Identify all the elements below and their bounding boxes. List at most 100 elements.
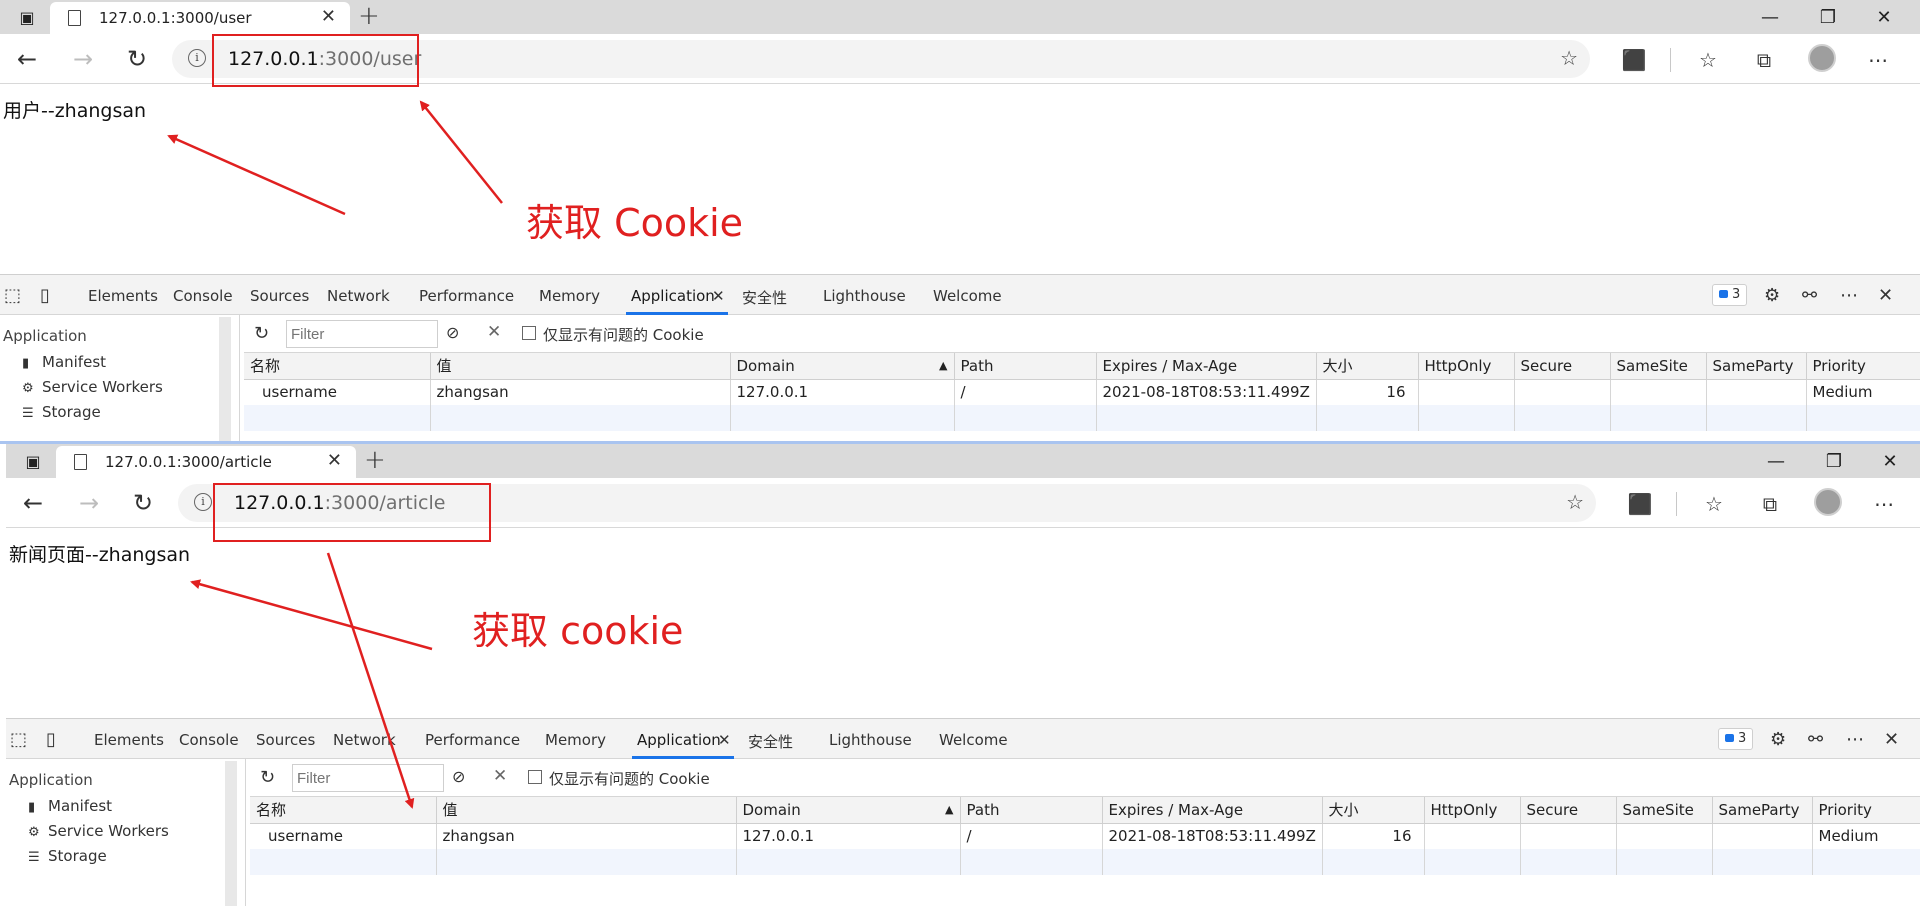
gear-icon[interactable]: ⚙ <box>1764 285 1780 306</box>
favorites-icon[interactable]: ☆ <box>1700 490 1728 518</box>
clear-filtered-icon[interactable]: ⊘ <box>446 323 459 342</box>
table-row[interactable]: username zhangsan 127.0.0.1 / 2021-08-18… <box>244 379 1920 405</box>
tab-elements[interactable]: Elements <box>88 287 158 305</box>
tab-memory[interactable]: Memory <box>545 731 606 749</box>
info-icon[interactable]: i <box>188 49 206 67</box>
favorites-icon[interactable]: ☆ <box>1694 46 1722 74</box>
column-header[interactable]: 值 <box>430 353 731 380</box>
issues-counter[interactable]: 3 <box>1718 728 1754 750</box>
tab-welcome[interactable]: Welcome <box>939 731 1008 749</box>
customize-icon[interactable]: ⚯ <box>1808 729 1823 750</box>
browser-tab[interactable]: 127.0.0.1:3000/article ✕ <box>56 446 356 478</box>
column-header[interactable]: SameSite <box>1616 797 1713 824</box>
column-header[interactable]: 名称 <box>250 797 437 824</box>
restore-button[interactable]: ❐ <box>1800 0 1856 34</box>
new-tab-button[interactable]: + <box>364 445 386 475</box>
close-tab-icon[interactable]: ✕ <box>712 287 725 305</box>
close-window-button[interactable]: ✕ <box>1856 0 1912 34</box>
tab-application[interactable]: Application <box>637 731 721 749</box>
restore-button[interactable]: ❐ <box>1806 444 1862 478</box>
column-header[interactable]: Path <box>960 797 1103 824</box>
collections-icon[interactable]: ⧉ <box>1750 46 1778 74</box>
column-header[interactable]: Priority <box>1806 353 1920 380</box>
back-arrow-icon[interactable]: ← <box>10 42 44 76</box>
inspect-element-icon[interactable]: ⬚ <box>4 285 21 306</box>
add-favorite-icon[interactable]: ☆ <box>1566 490 1584 514</box>
address-bar[interactable]: i 127.0.0.1:3000/article ☆ <box>178 484 1596 522</box>
tab-elements[interactable]: Elements <box>94 731 164 749</box>
clear-filtered-icon[interactable]: ⊘ <box>452 767 465 786</box>
tab-sources[interactable]: Sources <box>250 287 309 305</box>
sidebar-item-storage[interactable]: ☰ Storage <box>22 403 101 421</box>
tab-performance[interactable]: Performance <box>425 731 520 749</box>
close-tab-icon[interactable]: ✕ <box>327 450 342 471</box>
customize-icon[interactable]: ⚯ <box>1802 285 1817 306</box>
forward-arrow-icon[interactable]: → <box>66 42 100 76</box>
reload-icon[interactable]: ↻ <box>126 486 160 520</box>
column-header[interactable]: Priority <box>1812 797 1920 824</box>
gear-icon[interactable]: ⚙ <box>1770 729 1786 750</box>
tab-actions-icon[interactable]: ▣ <box>6 444 60 478</box>
tab-security[interactable]: 安全性 <box>742 287 787 308</box>
new-tab-button[interactable]: + <box>358 1 380 31</box>
column-header[interactable]: HttpOnly <box>1418 353 1515 380</box>
tab-memory[interactable]: Memory <box>539 287 600 305</box>
tab-console[interactable]: Console <box>173 287 233 305</box>
collections-icon[interactable]: ⧉ <box>1756 490 1784 518</box>
avatar[interactable] <box>1808 44 1836 72</box>
column-header[interactable]: Path <box>954 353 1097 380</box>
issues-counter[interactable]: 3 <box>1712 284 1748 306</box>
close-tab-icon[interactable]: ✕ <box>321 6 336 27</box>
column-header[interactable]: SameSite <box>1610 353 1707 380</box>
close-devtools-icon[interactable]: ✕ <box>1878 285 1893 306</box>
column-header[interactable]: SameParty <box>1706 353 1807 380</box>
extensions-icon[interactable]: ⬛ <box>1626 490 1654 518</box>
tab-actions-icon[interactable]: ▣ <box>0 0 54 34</box>
back-arrow-icon[interactable]: ← <box>16 486 50 520</box>
column-header[interactable]: Expires / Max-Age <box>1096 353 1317 380</box>
info-icon[interactable]: i <box>194 493 212 511</box>
sidebar-item-service-workers[interactable]: ⚙ Service Workers <box>28 822 169 840</box>
minimize-button[interactable]: — <box>1748 444 1804 478</box>
column-header[interactable]: Expires / Max-Age <box>1102 797 1323 824</box>
sidebar-item-service-workers[interactable]: ⚙ Service Workers <box>22 378 163 396</box>
more-icon[interactable]: ⋯ <box>1840 285 1858 306</box>
column-header-domain[interactable]: Domain ▲ <box>736 797 961 824</box>
more-icon[interactable]: ⋯ <box>1864 46 1892 74</box>
tab-network[interactable]: Network <box>327 287 390 305</box>
close-window-button[interactable]: ✕ <box>1862 444 1918 478</box>
sidebar-item-storage[interactable]: ☰ Storage <box>28 847 107 865</box>
filter-input[interactable] <box>292 764 444 792</box>
column-header[interactable]: 大小 <box>1316 353 1419 380</box>
tab-network[interactable]: Network <box>333 731 396 749</box>
tab-console[interactable]: Console <box>179 731 239 749</box>
filter-input[interactable] <box>286 320 438 348</box>
column-header[interactable]: 名称 <box>244 353 431 380</box>
tab-lighthouse[interactable]: Lighthouse <box>823 287 906 305</box>
add-favorite-icon[interactable]: ☆ <box>1560 46 1578 70</box>
sidebar-item-manifest[interactable]: ▮ Manifest <box>22 353 106 371</box>
column-header[interactable]: 值 <box>436 797 737 824</box>
forward-arrow-icon[interactable]: → <box>72 486 106 520</box>
sidebar-item-manifest[interactable]: ▮ Manifest <box>28 797 112 815</box>
device-toolbar-icon[interactable]: ▯ <box>40 285 50 306</box>
minimize-button[interactable]: — <box>1742 0 1798 34</box>
tab-application[interactable]: Application <box>631 287 715 305</box>
column-header[interactable]: HttpOnly <box>1424 797 1521 824</box>
address-bar[interactable]: i 127.0.0.1:3000/user ☆ <box>172 40 1590 78</box>
only-issues-checkbox[interactable] <box>522 326 536 340</box>
tab-performance[interactable]: Performance <box>419 287 514 305</box>
sidebar-scrollbar[interactable] <box>219 317 231 444</box>
close-devtools-icon[interactable]: ✕ <box>1884 729 1899 750</box>
reload-icon[interactable]: ↻ <box>120 42 154 76</box>
extensions-icon[interactable]: ⬛ <box>1620 46 1648 74</box>
browser-tab[interactable]: 127.0.0.1:3000/user ✕ <box>50 2 350 34</box>
close-tab-icon[interactable]: ✕ <box>718 731 731 749</box>
column-header[interactable]: SameParty <box>1712 797 1813 824</box>
tab-security[interactable]: 安全性 <box>748 731 793 752</box>
url-text[interactable]: 127.0.0.1:3000/article <box>234 492 445 514</box>
column-header[interactable]: Secure <box>1520 797 1617 824</box>
column-header[interactable]: Secure <box>1514 353 1611 380</box>
only-issues-checkbox[interactable] <box>528 770 542 784</box>
tab-welcome[interactable]: Welcome <box>933 287 1002 305</box>
